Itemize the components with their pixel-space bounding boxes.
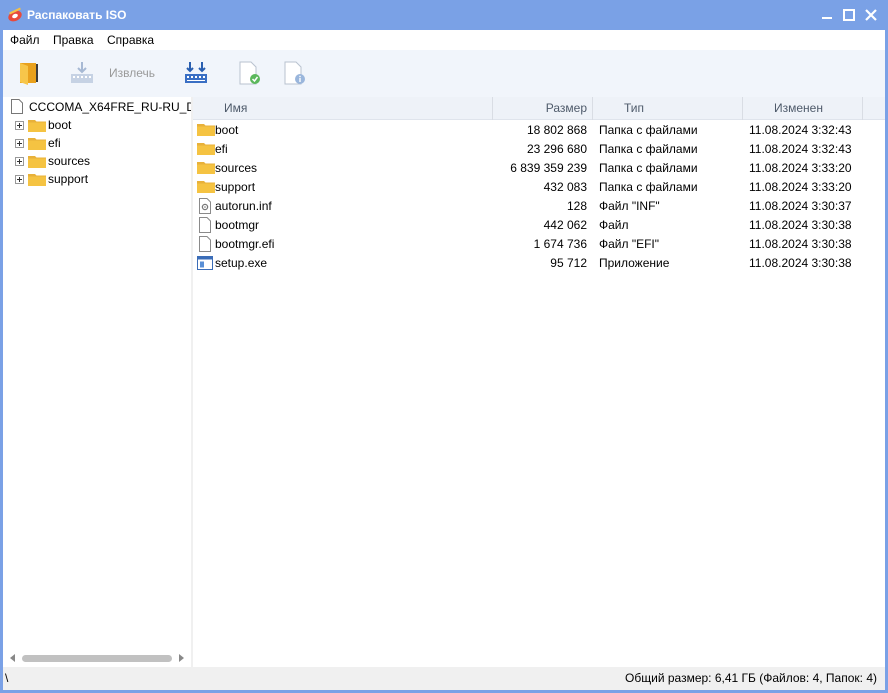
row-size: 432 083 [543,180,587,194]
folder-icon [197,160,215,177]
row-name: boot [215,123,239,137]
minimize-icon[interactable] [819,7,835,23]
row-size: 18 802 868 [526,123,587,137]
row-size: 6 839 359 239 [510,161,587,175]
table-row[interactable]: bootmgr.efi 1 674 736 Файл "EFI" 11.08.2… [193,235,885,254]
row-modified: 11.08.2024 3:32:43 [749,142,852,156]
row-size: 23 296 680 [526,142,587,156]
menu-edit[interactable]: Правка [53,33,94,47]
expand-icon[interactable] [15,157,24,166]
row-size: 1 674 736 [533,237,587,251]
row-modified: 11.08.2024 3:30:38 [749,237,852,251]
folder-icon [197,179,215,196]
scroll-right-icon[interactable] [179,654,184,662]
menu-bar: Файл Правка Справка [3,30,885,50]
row-type: Приложение [599,256,670,270]
row-size: 128 [566,199,587,213]
folder-icon [28,172,46,189]
table-row[interactable]: autorun.inf 128 Файл "INF" 11.08.2024 3:… [193,197,885,216]
row-type: Файл "EFI" [599,237,660,251]
tree-horizontal-scrollbar[interactable] [3,650,191,667]
disc-image-icon [11,99,23,114]
column-header-size[interactable]: Размер [493,97,593,120]
row-type: Файл [599,218,629,232]
status-path: \ [5,671,9,685]
tree-item-label: support [48,172,89,186]
tree-item-label: boot [48,118,72,132]
column-header-modified[interactable]: Изменен [743,97,863,120]
table-row[interactable]: boot 18 802 868 Папка с файлами 11.08.20… [193,121,885,140]
row-size: 442 062 [543,218,587,232]
expand-icon[interactable] [15,139,24,148]
row-name: support [215,180,256,194]
table-row[interactable]: support 432 083 Папка с файлами 11.08.20… [193,178,885,197]
list-header: Имя Размер Тип Изменен [193,97,885,120]
extract-all-icon[interactable] [183,60,209,86]
tree-item-label: sources [48,154,91,168]
tree-root[interactable]: CCCOMA_X64FRE_RU-RU_DV9 [11,98,195,116]
scroll-thumb[interactable] [22,655,172,662]
row-type: Папка с файлами [599,123,698,137]
maximize-icon[interactable] [841,7,857,23]
folder-tree[interactable]: CCCOMA_X64FRE_RU-RU_DV9 boot efi sources… [3,97,195,667]
column-header-type[interactable]: Тип [593,97,743,120]
folder-icon [28,154,46,171]
window-title: Распаковать ISO [27,8,127,22]
row-type: Папка с файлами [599,180,698,194]
folder-icon [28,118,46,135]
title-bar[interactable]: Распаковать ISO [0,0,888,30]
file-list[interactable]: Имя Размер Тип Изменен boot 18 802 868 П… [193,97,885,667]
status-bar: \ Общий размер: 6,41 ГБ (Файлов: 4, Папо… [3,667,885,690]
table-row[interactable]: setup.exe 95 712 Приложение 11.08.2024 3… [193,254,885,273]
extract-button-label[interactable]: Извлечь [109,66,155,80]
row-name: bootmgr [215,218,260,232]
row-type: Папка с файлами [599,142,698,156]
row-name: efi [215,142,228,156]
row-modified: 11.08.2024 3:32:43 [749,123,852,137]
row-name: sources [215,161,258,175]
table-row[interactable]: sources 6 839 359 239 Папка с файлами 11… [193,159,885,178]
folder-icon [197,122,215,139]
row-name: setup.exe [215,256,268,270]
file-info-icon[interactable] [281,60,307,86]
row-modified: 11.08.2024 3:30:38 [749,218,852,232]
app-icon [8,7,22,22]
settings-file-icon [197,198,213,217]
tree-item-label: efi [48,136,61,150]
row-size: 95 712 [550,256,587,270]
file-icon [197,217,213,236]
folder-icon [28,136,46,153]
expand-icon[interactable] [15,175,24,184]
row-type: Файл "INF" [599,199,660,213]
row-modified: 11.08.2024 3:30:37 [749,199,852,213]
folder-icon [197,141,215,158]
extract-icon[interactable] [69,60,95,86]
row-type: Папка с файлами [599,161,698,175]
application-icon [197,255,213,274]
close-icon[interactable] [863,7,879,23]
row-modified: 11.08.2024 3:30:38 [749,256,852,270]
tree-root-label: CCCOMA_X64FRE_RU-RU_DV9 [29,100,195,114]
row-modified: 11.08.2024 3:33:20 [749,161,852,175]
table-row[interactable]: bootmgr 442 062 Файл 11.08.2024 3:30:38 [193,216,885,235]
row-name: autorun.inf [215,199,272,213]
column-header-name[interactable]: Имя [193,97,493,120]
open-archive-button[interactable] [16,60,42,86]
verify-file-icon[interactable] [236,60,262,86]
status-summary: Общий размер: 6,41 ГБ (Файлов: 4, Папок:… [625,671,877,685]
row-modified: 11.08.2024 3:33:20 [749,180,852,194]
menu-help[interactable]: Справка [107,33,154,47]
scroll-left-icon[interactable] [10,654,15,662]
expand-icon[interactable] [15,121,24,130]
table-row[interactable]: efi 23 296 680 Папка с файлами 11.08.202… [193,140,885,159]
file-icon [197,236,213,255]
row-name: bootmgr.efi [215,237,275,251]
menu-file[interactable]: Файл [10,33,40,47]
